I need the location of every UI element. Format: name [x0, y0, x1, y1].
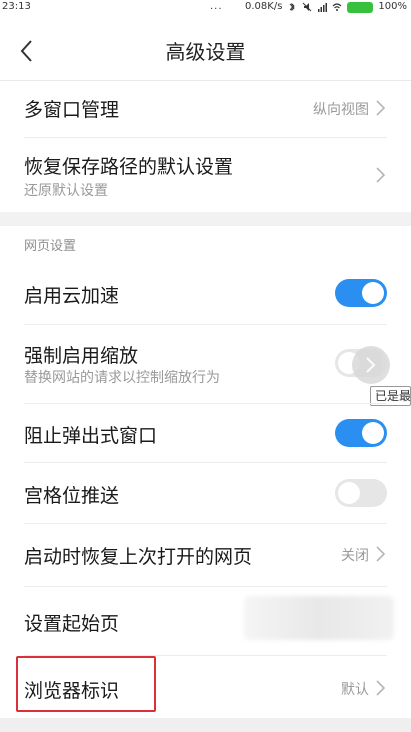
row-title: 启动时恢复上次打开的网页 — [24, 546, 253, 568]
row-subtitle: 还原默认设置 — [24, 183, 108, 199]
section-gap — [0, 212, 411, 226]
row-title: 宫格位推送 — [24, 485, 120, 507]
grid-push-toggle[interactable] — [335, 479, 387, 507]
network-speed: 0.08K/s — [245, 1, 283, 12]
row-title: 设置起始页 — [24, 613, 120, 635]
chevron-right-icon — [375, 166, 387, 184]
page-title: 高级设置 — [165, 40, 246, 64]
row-subtitle: 替换网站的请求以控制缩放行为 — [24, 370, 220, 386]
cloud-accel-toggle[interactable] — [335, 279, 387, 307]
toggle-knob — [362, 422, 384, 444]
signal-icon — [318, 3, 328, 12]
row-force-zoom: 强制启用缩放 替换网站的请求以控制缩放行为 — [0, 325, 411, 403]
chevron-right-icon — [375, 679, 387, 697]
row-title: 阻止弹出式窗口 — [24, 425, 158, 447]
row-grid-push: 宫格位推送 — [0, 463, 411, 523]
row-value: 默认 — [341, 682, 369, 698]
bottom-bar — [0, 718, 411, 732]
floating-scroll-button[interactable] — [352, 346, 390, 384]
row-restore-last[interactable]: 启动时恢复上次打开的网页 关闭 — [0, 524, 411, 586]
status-dots: ... — [210, 1, 223, 12]
status-bar: 23:13 ... 0.08K/s 100% — [0, 0, 411, 14]
row-title: 多窗口管理 — [24, 99, 120, 121]
row-restore-path[interactable]: 恢复保存路径的默认设置 还原默认设置 — [0, 138, 411, 212]
row-title: 恢复保存路径的默认设置 — [24, 156, 234, 178]
section-label: 网页设置 — [24, 239, 77, 254]
row-title: 强制启用缩放 — [24, 345, 139, 367]
bluetooth-icon — [290, 2, 296, 12]
block-popups-toggle[interactable] — [335, 419, 387, 447]
row-multi-window[interactable]: 多窗口管理 纵向视图 — [0, 81, 411, 137]
battery-icon — [347, 1, 374, 13]
chevron-right-icon — [375, 99, 387, 117]
header: 高级设置 — [0, 14, 411, 80]
status-icons: 0.08K/s 100% — [245, 0, 407, 14]
highlight-annotation — [16, 656, 156, 712]
row-cloud-accel: 启用云加速 — [0, 262, 411, 324]
wifi-icon — [332, 3, 342, 11]
row-title: 启用云加速 — [24, 285, 120, 307]
battery-percent: 100% — [378, 1, 407, 12]
chevron-right-icon — [366, 357, 376, 373]
mute-icon — [303, 2, 312, 12]
row-block-popups: 阻止弹出式窗口 — [0, 404, 411, 462]
row-value: 纵向视图 — [313, 102, 369, 118]
status-time: 23:13 — [2, 1, 31, 12]
toggle-knob — [338, 482, 360, 504]
toggle-knob — [362, 282, 384, 304]
row-value: 关闭 — [341, 548, 369, 564]
blurred-value — [244, 596, 394, 640]
chevron-right-icon — [375, 545, 387, 563]
